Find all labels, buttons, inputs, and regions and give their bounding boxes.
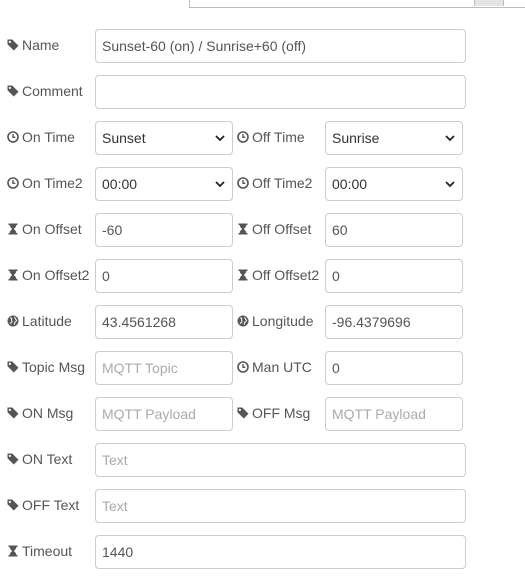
tag-icon: [7, 361, 19, 373]
longitude-label: Longitude: [237, 311, 314, 331]
off-text-input[interactable]: [95, 489, 466, 523]
timeout-input[interactable]: [95, 535, 466, 569]
tag-icon: [237, 407, 249, 419]
chevron-down-icon: [214, 178, 226, 190]
name-label: Name: [7, 35, 59, 55]
latitude-label: Latitude: [7, 311, 72, 331]
chevron-down-icon: [214, 132, 226, 144]
topic-msg-input[interactable]: [95, 351, 233, 385]
off-msg-input[interactable]: [325, 397, 463, 431]
off-offset-label: Off Offset: [237, 219, 311, 239]
clock-icon: [237, 131, 249, 143]
topic-msg-label: Topic Msg: [7, 357, 85, 377]
hourglass-icon: [7, 223, 19, 235]
chevron-down-icon: [444, 178, 456, 190]
globe-icon: [7, 315, 19, 327]
latitude-input[interactable]: [95, 305, 233, 339]
on-time-label: On Time: [7, 127, 75, 147]
on-time-select[interactable]: Sunset: [95, 121, 233, 155]
off-text-label: OFF Text: [7, 495, 79, 515]
off-time-select[interactable]: Sunrise: [325, 121, 463, 155]
on-offset2-label: On Offset2: [7, 265, 89, 285]
on-text-label: ON Text: [7, 449, 72, 469]
tag-icon: [7, 39, 19, 51]
clock-icon: [237, 361, 249, 373]
man-utc-label: Man UTC: [237, 357, 312, 377]
comment-input[interactable]: [95, 75, 466, 109]
chevron-down-icon: [444, 132, 456, 144]
man-utc-input[interactable]: [325, 351, 463, 385]
off-time2-label: Off Time2: [237, 173, 312, 193]
tag-icon: [7, 499, 19, 511]
timeout-label: Timeout: [7, 541, 72, 561]
off-msg-label: OFF Msg: [237, 403, 310, 423]
on-time2-select[interactable]: 00:00: [95, 167, 233, 201]
clock-icon: [7, 131, 19, 143]
tag-icon: [7, 453, 19, 465]
top-panel-button[interactable]: [474, 0, 504, 6]
on-time2-label: On Time2: [7, 173, 83, 193]
hourglass-icon: [237, 223, 249, 235]
tag-icon: [7, 85, 19, 97]
hourglass-icon: [7, 545, 19, 557]
off-offset2-label: Off Offset2: [237, 265, 319, 285]
clock-icon: [7, 177, 19, 189]
top-panel-edge: [189, 0, 525, 8]
off-offset2-input[interactable]: [325, 259, 463, 293]
on-offset-label: On Offset: [7, 219, 82, 239]
name-input[interactable]: [95, 29, 466, 63]
comment-label: Comment: [7, 81, 83, 101]
tag-icon: [7, 407, 19, 419]
longitude-input[interactable]: [325, 305, 463, 339]
on-offset-input[interactable]: [95, 213, 233, 247]
globe-icon: [237, 315, 249, 327]
on-msg-label: ON Msg: [7, 403, 73, 423]
off-time2-select[interactable]: 00:00: [325, 167, 463, 201]
hourglass-icon: [237, 269, 249, 281]
clock-icon: [237, 177, 249, 189]
off-offset-input[interactable]: [325, 213, 463, 247]
hourglass-icon: [7, 269, 19, 281]
off-time-label: Off Time: [237, 127, 305, 147]
on-offset2-input[interactable]: [95, 259, 233, 293]
on-msg-input[interactable]: [95, 397, 233, 431]
on-text-input[interactable]: [95, 443, 466, 477]
